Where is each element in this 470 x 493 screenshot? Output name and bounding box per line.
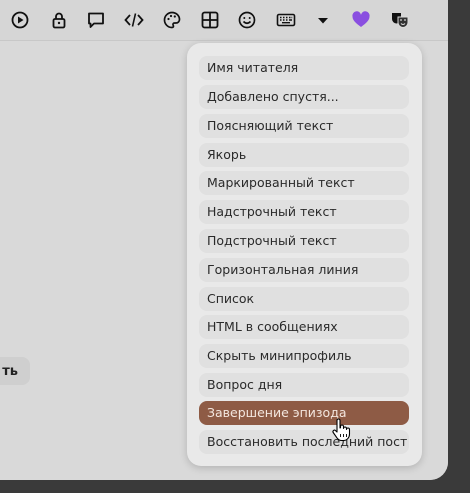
menu-item-added-later[interactable]: Добавлено спустя... (199, 85, 409, 109)
menu-item-marked-text[interactable]: Маркированный текст (199, 171, 409, 195)
smiley-icon[interactable] (235, 8, 259, 32)
menu-item-restore-last-post[interactable]: Восстановить последний пост (199, 430, 409, 454)
dropdown-triangle-icon[interactable] (311, 8, 335, 32)
theater-masks-icon[interactable] (388, 8, 412, 32)
menu-item-superscript[interactable]: Надстрочный текст (199, 200, 409, 224)
menu-item-reader-name[interactable]: Имя читателя (199, 56, 409, 80)
palette-icon[interactable] (160, 8, 184, 32)
purple-heart-icon[interactable] (349, 8, 373, 32)
table-icon[interactable] (198, 8, 222, 32)
keyboard-icon[interactable] (274, 8, 298, 32)
menu-item-episode-end[interactable]: Завершение эпизода (199, 401, 409, 425)
menu-item-subscript[interactable]: Подстрочный текст (199, 229, 409, 253)
speech-bubble-icon[interactable] (84, 8, 108, 32)
partial-button[interactable]: ть (0, 357, 30, 385)
menu-item-horizontal-line[interactable]: Горизонтальная линия (199, 258, 409, 282)
menu-item-question-of-day[interactable]: Вопрос дня (199, 373, 409, 397)
dropdown-menu: Имя читателя Добавлено спустя... Поясняю… (187, 43, 422, 466)
play-circle-icon[interactable] (8, 8, 32, 32)
code-icon[interactable] (122, 8, 146, 32)
lock-icon[interactable] (47, 8, 71, 32)
menu-item-anchor[interactable]: Якорь (199, 143, 409, 167)
menu-item-list[interactable]: Список (199, 287, 409, 311)
menu-item-tooltip-text[interactable]: Поясняющий текст (199, 114, 409, 138)
menu-item-html-in-posts[interactable]: HTML в сообщениях (199, 315, 409, 339)
hand-pointer-cursor-icon (331, 418, 351, 442)
formatting-toolbar (0, 0, 448, 41)
menu-item-hide-miniprofile[interactable]: Скрыть минипрофиль (199, 344, 409, 368)
